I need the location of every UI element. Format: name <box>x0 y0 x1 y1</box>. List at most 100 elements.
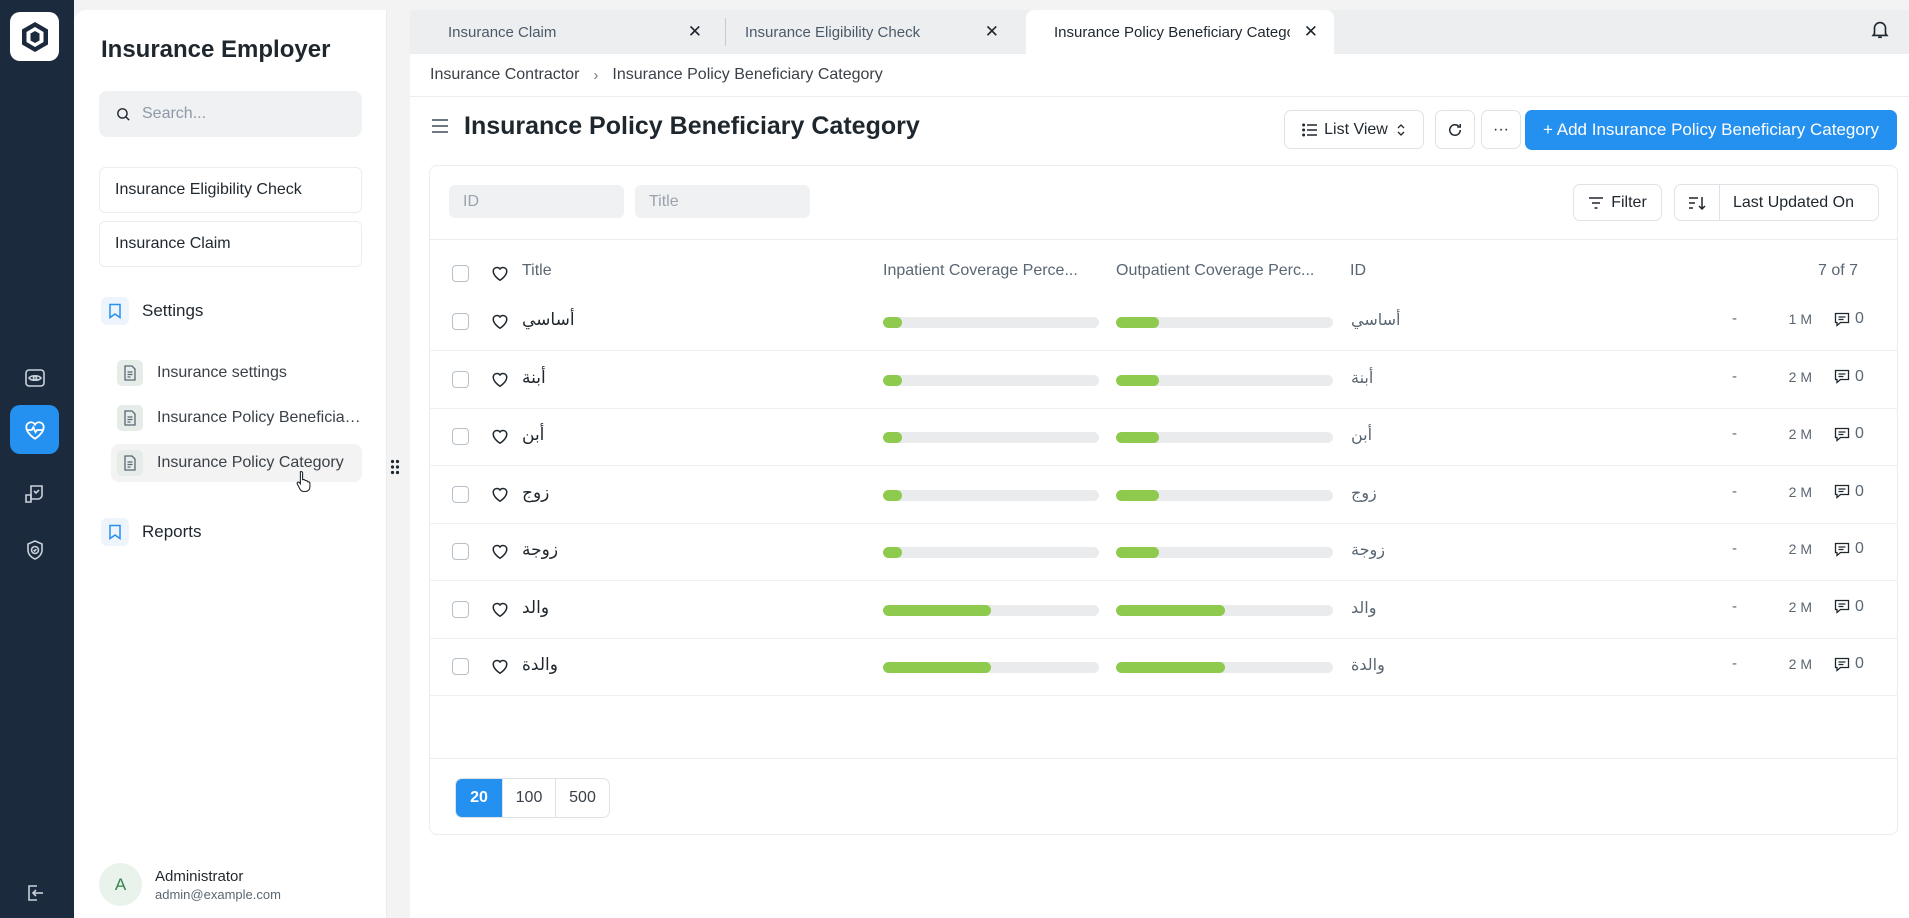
sidebar-item-insurance-settings[interactable]: Insurance settings <box>111 354 362 392</box>
row-title[interactable]: زوجة <box>522 540 558 560</box>
heart-icon[interactable] <box>491 428 509 445</box>
inpatient-coverage-fill <box>883 489 903 501</box>
eye-scan-icon[interactable] <box>10 353 59 402</box>
column-header-outpatient-coverage[interactable]: Outpatient Coverage Perc... <box>1116 262 1314 280</box>
refresh-icon <box>1449 123 1461 136</box>
close-icon[interactable]: ✕ <box>688 23 702 40</box>
tab-label: Insurance Eligibility Check <box>745 23 921 41</box>
settings-section[interactable]: Settings <box>101 297 203 325</box>
tab-label: Insurance Policy Beneficiary Category <box>1054 23 1290 41</box>
heart-icon[interactable] <box>491 601 509 618</box>
heart-icon[interactable] <box>491 486 509 503</box>
row-title[interactable]: أساسي <box>522 310 575 330</box>
shortcut-insurance-eligibility-check[interactable]: Insurance Eligibility Check <box>99 167 362 213</box>
row-checkbox[interactable] <box>452 428 469 445</box>
heart-icon[interactable] <box>491 313 509 330</box>
tab-insurance-claim[interactable]: Insurance Claim ✕ <box>410 10 718 54</box>
table-row[interactable]: أساسي أساسي - 1 M 0 <box>430 294 1897 351</box>
resize-handle-icon[interactable] <box>390 459 400 475</box>
outpatient-coverage-fill <box>1116 432 1160 443</box>
list-view-switcher[interactable]: List View <box>1284 110 1424 149</box>
row-checkbox[interactable] <box>452 370 469 388</box>
row-comments[interactable]: 0 <box>1834 655 1864 673</box>
document-icon <box>117 405 143 431</box>
add-insurance-policy-beneficiary-category-button[interactable]: + Add Insurance Policy Beneficiary Categ… <box>1525 110 1897 150</box>
notification-bell-icon[interactable] <box>1869 18 1891 40</box>
row-title[interactable]: والدة <box>522 655 558 675</box>
row-id: أساسي <box>1351 310 1401 329</box>
reports-section[interactable]: Reports <box>101 518 202 546</box>
row-title[interactable]: زوج <box>522 483 549 503</box>
divider <box>430 758 1897 759</box>
row-checkbox[interactable] <box>452 600 469 618</box>
row-checkbox[interactable] <box>452 658 469 675</box>
page-size-20[interactable]: 20 <box>456 779 503 817</box>
user-profile[interactable]: A Administrator admin@example.com <box>99 863 281 906</box>
avatar: A <box>99 863 142 906</box>
heart-icon[interactable] <box>491 658 509 675</box>
tab-insurance-policy-beneficiary-category[interactable]: Insurance Policy Beneficiary Category ✕ <box>1026 10 1334 54</box>
heart-icon[interactable] <box>491 265 509 282</box>
row-comments[interactable]: 0 <box>1834 310 1864 328</box>
row-id: زوجة <box>1351 540 1385 559</box>
breadcrumb-item-insurance-contractor[interactable]: Insurance Contractor <box>430 66 579 84</box>
hand-shield-icon[interactable] <box>10 469 59 518</box>
page-size-500[interactable]: 500 <box>556 779 609 817</box>
page-size-selector: 20 100 500 <box>455 778 610 818</box>
row-checkbox[interactable] <box>452 543 469 560</box>
shortcut-insurance-claim[interactable]: Insurance Claim <box>99 221 362 267</box>
document-icon <box>117 450 143 476</box>
heart-pulse-icon[interactable] <box>10 405 59 454</box>
outpatient-coverage-bar <box>1116 489 1333 501</box>
row-comments[interactable]: 0 <box>1834 368 1864 386</box>
more-actions-button[interactable]: ··· <box>1481 110 1521 149</box>
heart-icon[interactable] <box>491 543 509 560</box>
table-row[interactable]: والدة والدة - 2 M 0 <box>430 639 1897 696</box>
id-filter-input[interactable]: ID <box>449 185 624 218</box>
select-arrows-icon <box>1397 123 1405 136</box>
row-title[interactable]: أبن <box>522 425 544 445</box>
tab-bar: Insurance Claim ✕ Insurance Eligibility … <box>410 10 1909 54</box>
filter-button[interactable]: Filter <box>1573 184 1662 221</box>
column-header-title[interactable]: Title <box>522 262 552 280</box>
table-row[interactable]: زوج زوج - 2 M 0 <box>430 467 1897 524</box>
app-logo[interactable] <box>10 12 59 61</box>
table-row[interactable]: والد والد - 2 M 0 <box>430 582 1897 639</box>
row-title[interactable]: أبنة <box>522 368 546 388</box>
hamburger-menu-icon[interactable] <box>430 116 450 136</box>
select-all-checkbox[interactable] <box>452 265 469 282</box>
row-title[interactable]: والد <box>522 598 549 618</box>
close-icon[interactable]: ✕ <box>1304 23 1318 40</box>
table-row[interactable]: زوجة زوجة - 2 M 0 <box>430 524 1897 581</box>
comment-icon <box>1834 657 1850 672</box>
breadcrumb-item-current[interactable]: Insurance Policy Beneficiary Category <box>612 66 882 84</box>
row-comments[interactable]: 0 <box>1834 598 1864 616</box>
sidebar-search[interactable]: Search... <box>99 91 362 137</box>
column-header-inpatient-coverage[interactable]: Inpatient Coverage Perce... <box>883 262 1078 280</box>
bookmark-icon <box>101 518 129 546</box>
refresh-button[interactable] <box>1435 110 1475 149</box>
close-icon[interactable]: ✕ <box>985 23 999 40</box>
row-modified: 2 M <box>1788 426 1812 442</box>
sort-control[interactable]: Last Updated On <box>1674 184 1879 221</box>
sidebar-item-insurance-policy-beneficiary-category[interactable]: Insurance Policy Beneficiary Category <box>111 399 362 437</box>
inpatient-coverage-bar <box>883 547 1099 558</box>
table-row[interactable]: أبن أبن - 2 M 0 <box>430 409 1897 466</box>
row-comments[interactable]: 0 <box>1834 483 1864 501</box>
row-comments[interactable]: 0 <box>1834 540 1864 558</box>
sort-direction-button[interactable] <box>1675 185 1720 220</box>
outpatient-coverage-fill <box>1116 489 1160 501</box>
row-checkbox[interactable] <box>452 313 469 330</box>
workspace-title: Insurance Employer <box>101 36 331 63</box>
title-filter-input[interactable]: Title <box>635 185 810 218</box>
row-checkbox[interactable] <box>452 485 469 503</box>
row-comments[interactable]: 0 <box>1834 425 1864 443</box>
table-row[interactable]: أبنة أبنة - 2 M 0 <box>430 352 1897 409</box>
column-header-id[interactable]: ID <box>1350 262 1366 280</box>
page-size-100[interactable]: 100 <box>503 779 556 817</box>
logout-icon[interactable] <box>10 868 59 917</box>
sidebar-item-insurance-policy-category[interactable]: Insurance Policy Category <box>111 444 362 482</box>
tab-insurance-eligibility-check[interactable]: Insurance Eligibility Check ✕ <box>707 10 1015 54</box>
heart-icon[interactable] <box>491 371 509 388</box>
shield-check-icon[interactable] <box>10 525 59 574</box>
